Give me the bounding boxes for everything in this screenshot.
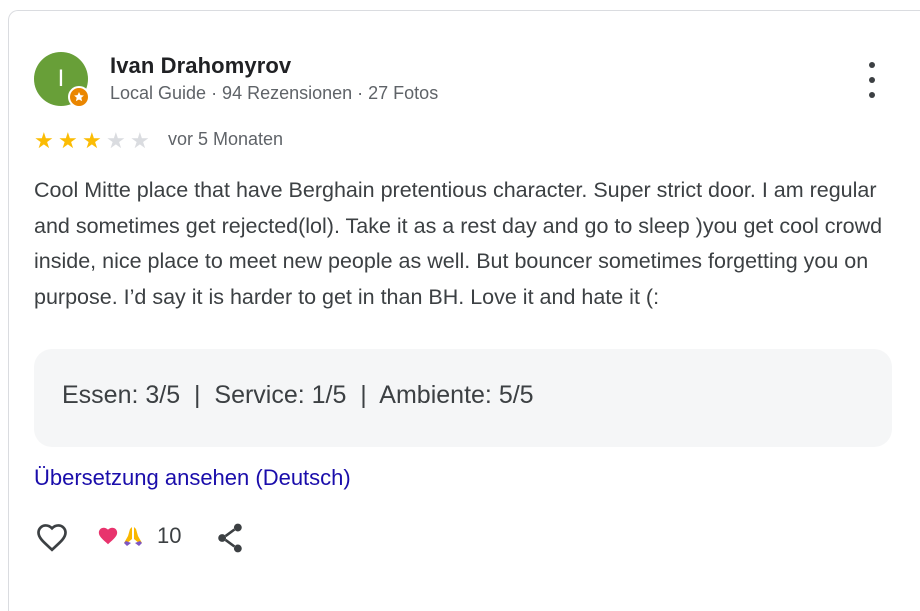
like-button[interactable] [34, 519, 70, 555]
reviewer-name[interactable]: Ivan Drahomyrov [110, 53, 291, 79]
star-empty-icon: ★ [106, 128, 126, 153]
sub-ratings-box: Essen: 3/5 | Service: 1/5 | Ambiente: 5/… [34, 349, 892, 447]
star-filled-icon: ★ [34, 128, 54, 153]
reviewer-meta: Local Guide · 94 Rezensionen · 27 Fotos [110, 83, 439, 103]
review-time: vor 5 Monaten [168, 129, 284, 149]
red-heart-icon [98, 527, 118, 545]
heart-outline-icon [37, 524, 67, 552]
share-button[interactable] [214, 521, 246, 555]
review-text: Cool Mitte place that have Berghain pret… [34, 178, 883, 309]
local-guide-badge-icon [68, 86, 90, 108]
star-filled-icon: ★ [82, 128, 102, 153]
star-empty-icon: ★ [130, 128, 150, 153]
reaction-count: 10 [157, 523, 182, 548]
reactions-summary[interactable]: 10 [97, 523, 181, 549]
star-rating: ★ ★ ★ ★ ★ [34, 128, 154, 154]
more-options-button[interactable] [860, 62, 884, 98]
folded-hands-icon [124, 527, 142, 546]
more-vert-icon [869, 62, 875, 68]
share-icon [218, 523, 242, 553]
star-filled-icon: ★ [58, 128, 78, 153]
avatar-initial: I [57, 65, 65, 92]
translate-link[interactable]: Übersetzung ansehen (Deutsch) [34, 465, 351, 491]
sub-ratings: Essen: 3/5 | Service: 1/5 | Ambiente: 5/… [62, 381, 534, 409]
